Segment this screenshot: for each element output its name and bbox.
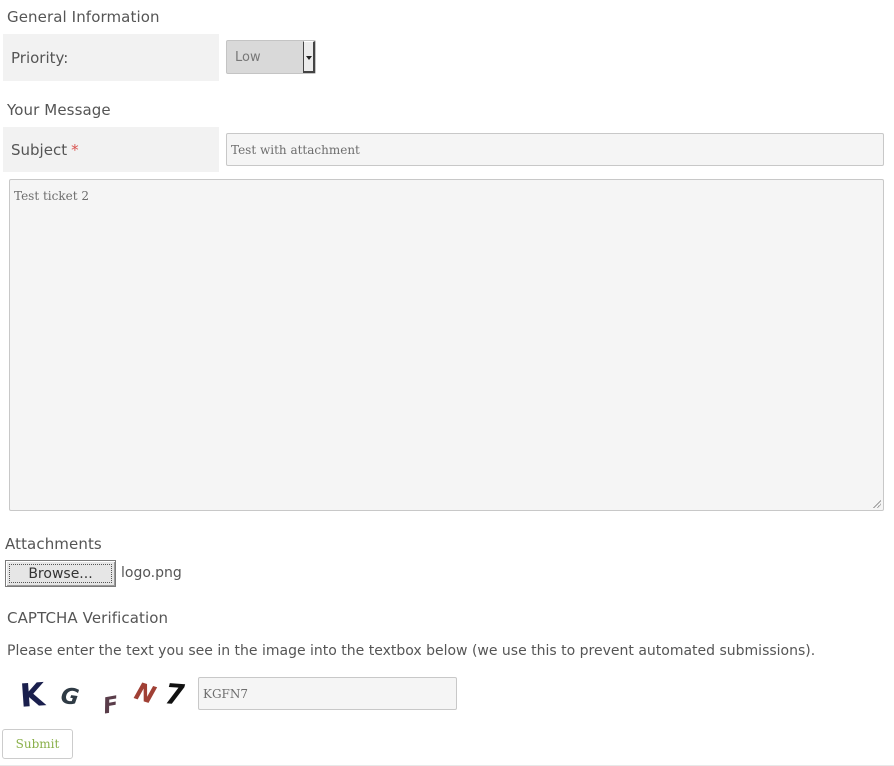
captcha-image: K G F N 7 <box>19 676 186 716</box>
browse-button-label: Browse... <box>9 564 112 583</box>
chevron-down-icon <box>306 56 312 60</box>
captcha-instructions: Please enter the text you see in the ima… <box>7 643 816 659</box>
submit-button[interactable]: Submit <box>2 729 73 759</box>
resize-grip-icon[interactable] <box>872 499 881 508</box>
captcha-input[interactable] <box>198 677 457 710</box>
browse-button[interactable]: Browse... <box>5 560 116 587</box>
captcha-char: 7 <box>164 677 186 711</box>
captcha-heading: CAPTCHA Verification <box>7 609 169 627</box>
priority-dropdown-button[interactable] <box>303 41 315 73</box>
captcha-char: N <box>131 677 159 710</box>
priority-select[interactable]: Low <box>226 40 316 74</box>
subject-label-cell: Subject * <box>3 127 219 172</box>
subject-input[interactable] <box>226 133 884 166</box>
message-body-textarea[interactable]: Test ticket 2 <box>9 179 884 511</box>
subject-label: Subject <box>11 140 68 159</box>
selected-file-name: logo.png <box>121 565 182 581</box>
priority-label: Priority: <box>11 48 69 67</box>
captcha-char: F <box>101 692 120 716</box>
priority-select-value: Low <box>235 50 261 65</box>
captcha-char: K <box>19 676 48 715</box>
priority-label-cell: Priority: <box>3 34 219 81</box>
attachments-heading: Attachments <box>5 535 102 553</box>
your-message-heading: Your Message <box>7 101 111 119</box>
required-marker: * <box>71 140 79 159</box>
general-information-heading: General Information <box>7 8 160 26</box>
ticket-form-page: General Information Priority: Low Your M… <box>0 0 894 766</box>
captcha-char: G <box>59 684 80 711</box>
